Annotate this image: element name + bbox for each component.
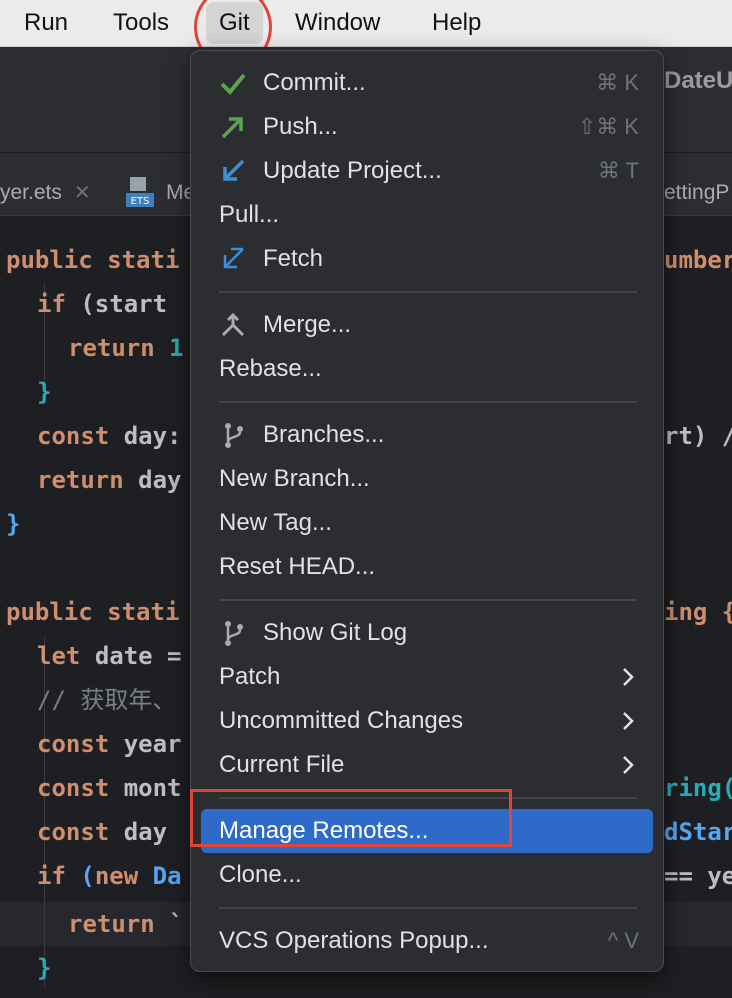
tab-label: yer.ets: [0, 181, 62, 204]
svg-text:ETS: ETS: [131, 196, 150, 207]
tab-file-3[interactable]: ettingP: [664, 153, 729, 215]
code-line: }: [37, 378, 52, 406]
code-line: }: [6, 510, 21, 538]
menu-item-vcs-operations-popup[interactable]: VCS Operations Popup... ^ V: [201, 919, 653, 963]
menu-item-new-branch[interactable]: New Branch...: [201, 457, 653, 501]
code-line: const day: [37, 818, 168, 846]
code-line: return `: [68, 910, 184, 938]
menu-item-patch[interactable]: Patch: [201, 655, 653, 699]
menu-item-commit[interactable]: Commit... ⌘ K: [201, 61, 653, 105]
menu-bar: Run Tools Git Window Help: [0, 0, 732, 47]
menu-item-pull[interactable]: Pull...: [201, 193, 653, 237]
code-line: }: [37, 954, 52, 982]
code-line: const day:: [37, 422, 182, 450]
menu-item-uncommitted-changes[interactable]: Uncommitted Changes: [201, 699, 653, 743]
menu-separator: [219, 907, 637, 909]
code-line: return day: [37, 466, 182, 494]
fetch-arrow-icon: [223, 247, 244, 269]
code-line: const mont: [37, 774, 182, 802]
menu-item-rebase[interactable]: Rebase...: [201, 347, 653, 391]
menu-separator: [219, 599, 637, 601]
code-line: // 获取年、: [37, 686, 177, 714]
code-fragment: ring(: [664, 774, 732, 802]
branch-icon: [225, 423, 243, 448]
code-line: if (new Da: [37, 862, 182, 890]
menu-item-branches[interactable]: Branches...: [201, 413, 653, 457]
menu-run[interactable]: Run: [24, 0, 68, 46]
code-line: public stati: [6, 598, 180, 626]
code-line: public stati: [6, 246, 180, 274]
menu-item-merge[interactable]: Merge...: [201, 303, 653, 347]
menu-item-reset-head[interactable]: Reset HEAD...: [201, 545, 653, 589]
menu-item-new-tag[interactable]: New Tag...: [201, 501, 653, 545]
shortcut: ⌘ K: [596, 70, 639, 95]
shortcut: ^ V: [607, 928, 639, 953]
close-icon[interactable]: ✕: [74, 182, 91, 204]
menu-item-push[interactable]: Push... ⇧⌘ K: [201, 105, 653, 149]
menu-item-show-git-log[interactable]: Show Git Log: [201, 611, 653, 655]
menu-item-clone[interactable]: Clone...: [201, 853, 653, 897]
chevron-right-icon: [623, 712, 634, 730]
merge-icon: [221, 312, 245, 337]
code-fragment: umber: [664, 246, 732, 274]
code-line: const year: [37, 730, 182, 758]
menu-item-current-file[interactable]: Current File: [201, 743, 653, 787]
menu-separator: [219, 291, 637, 293]
shortcut: ⇧⌘ K: [577, 114, 639, 139]
git-log-icon: [225, 621, 243, 646]
menu-item-update-project[interactable]: Update Project... ⌘ T: [201, 149, 653, 193]
code-fragment: ing {: [664, 598, 732, 626]
code-line: let date =: [37, 642, 182, 670]
menu-tools[interactable]: Tools: [113, 0, 169, 46]
menu-item-fetch[interactable]: Fetch: [201, 237, 653, 281]
chevron-right-icon: [623, 756, 634, 774]
menu-separator: [219, 401, 637, 403]
code-line: if (start: [37, 290, 168, 318]
ets-file-icon: ETS: [126, 177, 154, 207]
update-arrow-icon: [223, 159, 245, 181]
menu-help[interactable]: Help: [432, 0, 481, 46]
code-fragment: dStar: [664, 818, 732, 846]
chevron-right-icon: [623, 668, 634, 686]
window-title-fragment: DateU: [664, 67, 732, 94]
check-icon: [220, 73, 246, 95]
code-line: return 1: [68, 334, 184, 362]
menu-window[interactable]: Window: [295, 0, 380, 46]
code-fragment: == ye: [664, 862, 732, 890]
code-fragment: rt) /: [664, 422, 732, 450]
push-arrow-icon: [221, 117, 243, 139]
shortcut: ⌘ T: [597, 158, 639, 183]
tab-file-1[interactable]: yer.ets ✕: [0, 153, 91, 215]
annotation-box: [190, 789, 512, 847]
